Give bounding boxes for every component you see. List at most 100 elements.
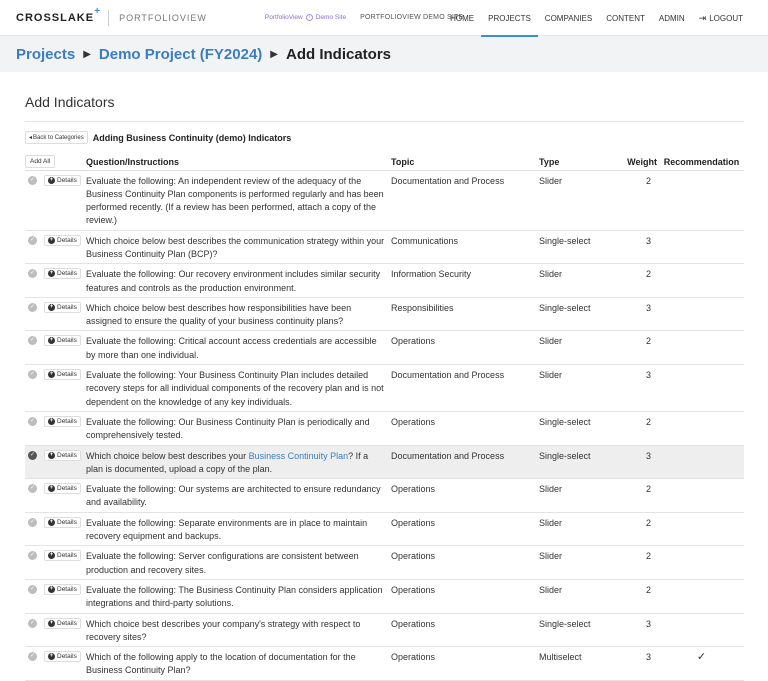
- recommendation-cell: [659, 297, 744, 332]
- row-controls: ✓ + Details: [25, 263, 86, 298]
- plus-circle-icon: +: [48, 485, 55, 493]
- details-button[interactable]: + Details: [44, 583, 81, 595]
- row-controls: ✓ + Details: [25, 230, 86, 265]
- type-cell: Multiselect: [539, 646, 619, 681]
- details-button[interactable]: + Details: [44, 301, 81, 313]
- recommendation-cell: [659, 545, 744, 580]
- details-button[interactable]: + Details: [44, 550, 81, 562]
- details-button[interactable]: + Details: [44, 369, 81, 381]
- type-cell: Slider: [539, 478, 619, 513]
- weight-cell: 2: [619, 579, 659, 614]
- table-row: ✓ + Details Evaluate the following: Server …: [25, 545, 744, 580]
- question-text: Evaluate the following: Our recovery env…: [86, 269, 381, 293]
- row-controls: ✓ + Details: [25, 512, 86, 547]
- logout-label: LOGOUT: [709, 13, 743, 23]
- question-cell: Evaluate the following: Separate environ…: [86, 512, 391, 547]
- plus-circle-icon: +: [48, 417, 55, 425]
- crosslake-logo[interactable]: CROSSLAKE +: [16, 6, 100, 24]
- select-check-icon[interactable]: ✓: [28, 416, 37, 426]
- select-check-icon[interactable]: ✓: [28, 336, 37, 346]
- select-check-icon[interactable]: ✓: [28, 584, 37, 594]
- select-check-icon[interactable]: ✓: [28, 235, 37, 245]
- nav-content[interactable]: CONTENT: [599, 0, 652, 36]
- topic-cell: Operations: [391, 512, 539, 547]
- select-check-icon[interactable]: ✓: [28, 450, 37, 460]
- details-button[interactable]: + Details: [44, 651, 81, 663]
- details-label: Details: [57, 585, 77, 593]
- details-label: Details: [57, 417, 77, 425]
- topic-cell: Documentation and Process: [391, 364, 539, 412]
- nav-projects[interactable]: PROJECTS: [481, 0, 538, 37]
- details-label: Details: [57, 176, 77, 184]
- breadcrumb-projects[interactable]: Projects: [16, 46, 75, 63]
- details-button[interactable]: + Details: [44, 516, 81, 528]
- back-label: Back to Categories: [33, 134, 84, 141]
- question-text: Evaluate the following: An independent r…: [86, 175, 384, 226]
- add-all-button[interactable]: Add All: [25, 155, 56, 169]
- question-text: Evaluate the following: Separate environ…: [86, 517, 368, 542]
- question-text: Which choice best describes your company…: [86, 618, 361, 642]
- logout-icon: ⇥: [698, 12, 707, 23]
- question-cell: Evaluate the following: An independent r…: [86, 170, 391, 231]
- breadcrumb-project[interactable]: Demo Project (FY2024): [99, 46, 262, 63]
- table-row: ✓ + Details Evaluate the following: Separat…: [25, 512, 744, 547]
- type-cell: Single-select: [539, 411, 619, 446]
- plus-circle-icon: +: [48, 619, 55, 627]
- logo-text: CROSSLAKE: [16, 11, 95, 24]
- details-label: Details: [57, 485, 77, 493]
- details-button[interactable]: + Details: [44, 449, 81, 461]
- topic-cell: Operations: [391, 330, 539, 366]
- row-controls: ✓ + Details: [25, 478, 86, 513]
- select-check-icon[interactable]: ✓: [28, 370, 37, 380]
- select-check-icon[interactable]: ✓: [28, 175, 37, 185]
- select-check-icon[interactable]: ✓: [28, 618, 37, 628]
- question-link[interactable]: Business Continuity Plan: [249, 451, 349, 461]
- type-cell: Slider: [539, 579, 619, 614]
- nav-admin[interactable]: ADMIN: [652, 0, 692, 36]
- select-check-icon[interactable]: ✓: [28, 551, 37, 561]
- topic-cell: Operations: [391, 411, 539, 446]
- nav-home[interactable]: HOME: [443, 0, 481, 36]
- question-cell: Evaluate the following: Our systems are …: [86, 478, 391, 513]
- select-check-icon[interactable]: ✓: [28, 484, 37, 494]
- select-check-icon[interactable]: ✓: [28, 652, 37, 662]
- select-check-icon[interactable]: ✓: [28, 517, 37, 527]
- table-row: ✓ + Details Evaluate the following: Our Bus…: [25, 411, 744, 446]
- question-cell: Evaluate the following: Our recovery env…: [86, 263, 391, 298]
- type-cell: Single-select: [539, 230, 619, 265]
- table-row: ✓ + Details Which choice below best describ…: [25, 230, 744, 265]
- table-row: ✓ + Details Which choice best describes you…: [25, 613, 744, 648]
- caret-left-icon: ◂: [29, 135, 33, 141]
- details-button[interactable]: + Details: [44, 617, 81, 629]
- details-button[interactable]: + Details: [44, 335, 81, 347]
- recommendation-cell: ✓: [659, 646, 744, 681]
- nav-logout[interactable]: ⇥ LOGOUT: [692, 0, 750, 36]
- details-button[interactable]: + Details: [44, 268, 81, 280]
- page-title: Add Indicators: [25, 94, 115, 110]
- nav-companies[interactable]: COMPANIES: [538, 0, 599, 36]
- details-button[interactable]: + Details: [44, 234, 81, 246]
- recommendation-cell: [659, 230, 744, 265]
- type-cell: Slider: [539, 170, 619, 231]
- details-button[interactable]: + Details: [44, 174, 81, 186]
- plus-circle-icon: +: [48, 653, 55, 661]
- add-all-header: Add All: [25, 154, 86, 171]
- question-text: Evaluate the following: Server configura…: [86, 551, 359, 575]
- details-button[interactable]: + Details: [44, 483, 81, 495]
- select-check-icon[interactable]: ✓: [28, 269, 37, 279]
- select-check-icon[interactable]: ✓: [28, 302, 37, 312]
- row-controls: ✓ + Details: [25, 170, 86, 231]
- question-cell: Which choice below best describes how re…: [86, 297, 391, 332]
- details-button[interactable]: + Details: [44, 415, 81, 427]
- table-row: ✓ + Details Evaluate the following: Your Bu…: [25, 364, 744, 412]
- back-to-categories-button[interactable]: ◂ Back to Categories: [25, 131, 88, 144]
- column-header-type: Type: [539, 154, 619, 171]
- question-text: Which choice below best describes how re…: [86, 302, 352, 327]
- row-controls: ✓ + Details: [25, 297, 86, 332]
- weight-cell: 3: [619, 445, 659, 480]
- plus-circle-icon: +: [48, 236, 55, 244]
- indicators-table: Add All Question/Instructions Topic Type…: [25, 154, 744, 681]
- table-row: ✓ + Details Which choice below best describ…: [25, 445, 744, 480]
- table-row: ✓ + Details Which of the following apply to…: [25, 646, 744, 681]
- type-cell: Slider: [539, 364, 619, 412]
